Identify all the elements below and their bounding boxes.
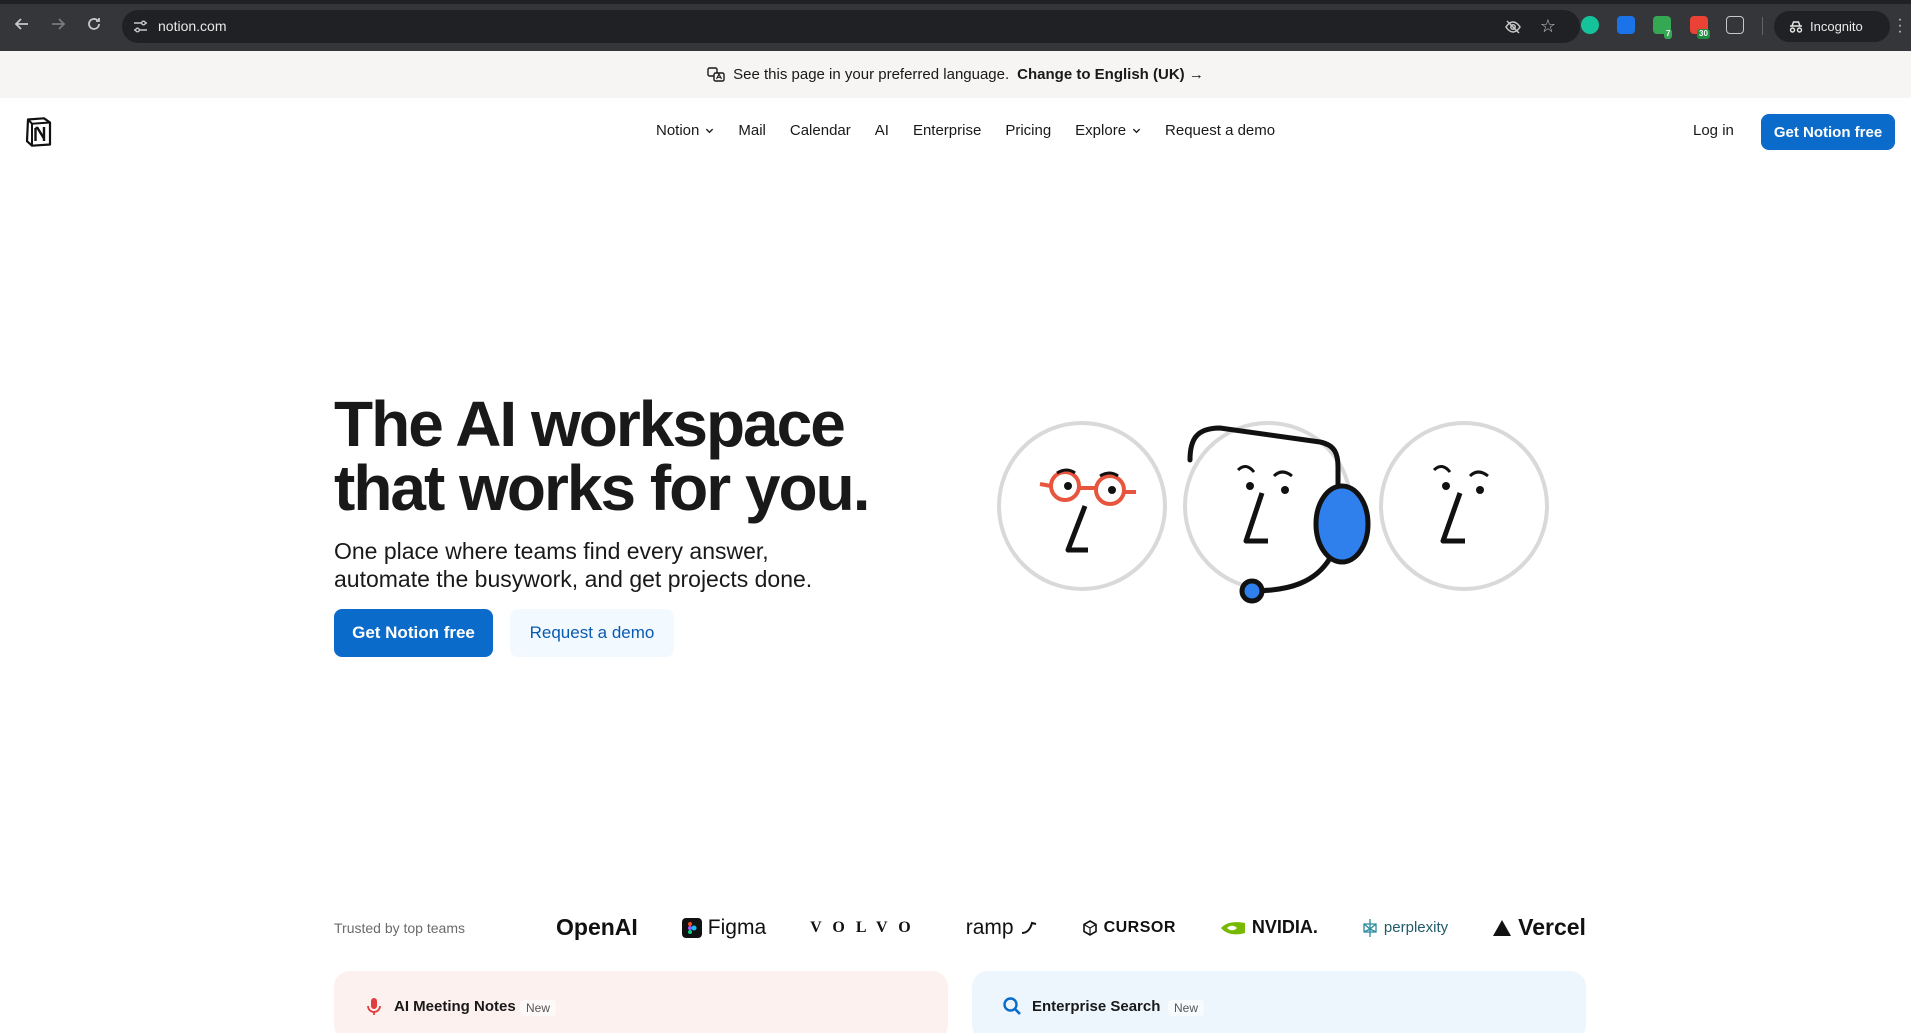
- nav-item-label: Pricing: [1005, 122, 1052, 139]
- vercel-logo: Vercel: [1492, 914, 1586, 941]
- nav-item-label: Notion: [656, 122, 700, 139]
- nav-item-request-demo[interactable]: Request a demo: [1153, 122, 1287, 139]
- new-badge: New: [520, 1000, 557, 1016]
- grammarly-extension-icon[interactable]: [1581, 16, 1599, 34]
- ramp-logo: ramp: [966, 916, 1038, 940]
- change-language-link[interactable]: Change to English (UK) →: [1017, 66, 1204, 83]
- address-bar[interactable]: notion.com ☆: [122, 10, 1580, 43]
- nav-item-label: AI: [874, 122, 889, 139]
- trusted-label: Trusted by top teams: [334, 920, 465, 936]
- nvidia-wordmark: NVIDIA.: [1251, 917, 1318, 937]
- cursor-cube-icon: [1082, 919, 1097, 936]
- get-notion-free-button[interactable]: Get Notion free: [1761, 114, 1895, 150]
- card-title: Enterprise Search: [1032, 998, 1161, 1015]
- microphone-icon: [367, 998, 381, 1015]
- hero-subtitle: One place where teams find every answer,…: [334, 537, 894, 593]
- nvidia-logo: NVIDIA.: [1220, 917, 1318, 938]
- notion-logo-icon[interactable]: [23, 116, 55, 148]
- tab-strip: [0, 0, 1911, 4]
- incognito-icon: [1789, 20, 1803, 33]
- perplexity-icon: [1363, 918, 1377, 937]
- incognito-indicator[interactable]: Incognito: [1774, 11, 1890, 42]
- figma-icon: [681, 917, 702, 938]
- back-arrow-icon[interactable]: [12, 14, 32, 34]
- figma-wordmark: Figma: [707, 915, 767, 939]
- language-banner: See this page in your preferred language…: [0, 51, 1911, 98]
- browser-toolbar: notion.com ☆ 7 30 Incognito · · ·: [0, 0, 1911, 51]
- forward-arrow-icon[interactable]: [48, 14, 68, 34]
- site-header: Notion Mail Calendar AI Enterprise Prici…: [0, 98, 1911, 166]
- nav-item-label: Enterprise: [912, 122, 982, 139]
- ramp-wordmark: ramp: [965, 915, 1014, 939]
- search-icon: [1003, 997, 1021, 1015]
- chevron-down-icon: [1132, 128, 1141, 134]
- hero-title-line: The AI workspace: [334, 388, 846, 460]
- extension-badge: 7: [1664, 29, 1673, 39]
- hero-title: The AI workspace that works for you.: [334, 392, 934, 520]
- nav-item-label: Calendar: [789, 122, 851, 139]
- hero-request-demo-button[interactable]: Request a demo: [510, 609, 674, 657]
- mail-extension-icon[interactable]: [1617, 16, 1635, 34]
- feature-card-enterprise-search[interactable]: Enterprise Search New: [972, 971, 1586, 1033]
- browser-menu-icon[interactable]: · · ·: [1897, 12, 1903, 40]
- incognito-label: Incognito: [1810, 19, 1863, 34]
- eye-off-icon[interactable]: [1504, 18, 1522, 36]
- figma-logo: Figma: [681, 915, 767, 940]
- volvo-logo: VOLVO: [810, 918, 922, 936]
- site-info-icon[interactable]: [132, 18, 149, 35]
- perplexity-wordmark: perplexity: [1383, 919, 1449, 936]
- main-menu: Notion Mail Calendar AI Enterprise Prici…: [644, 122, 1287, 139]
- hero-subtitle-line: automate the busywork, and get projects …: [334, 566, 813, 592]
- reload-icon[interactable]: [84, 14, 104, 34]
- hero-subtitle-line: One place where teams find every answer,: [334, 538, 769, 564]
- ramp-swoosh-icon: [1021, 921, 1036, 934]
- nav-item-mail[interactable]: Mail: [726, 122, 778, 139]
- hero-get-notion-free-button[interactable]: Get Notion free: [334, 609, 493, 657]
- perplexity-logo: perplexity: [1362, 918, 1448, 938]
- toolbar-divider: [1762, 17, 1763, 35]
- chevron-down-icon: [706, 128, 714, 134]
- hero-title-line: that works for you.: [334, 452, 871, 524]
- puzzle-extensions-icon[interactable]: [1726, 16, 1744, 34]
- nav-item-pricing[interactable]: Pricing: [993, 122, 1063, 139]
- nav-item-label: Explore: [1075, 122, 1127, 139]
- openai-logo: OpenAI: [556, 914, 638, 940]
- nvidia-eye-icon: [1220, 921, 1245, 934]
- nav-item-notion[interactable]: Notion: [644, 122, 726, 139]
- hero-faces-illustration: [997, 421, 1549, 604]
- feature-card-ai-meeting-notes[interactable]: AI Meeting Notes New: [334, 971, 948, 1033]
- translate-icon: [707, 66, 725, 82]
- customer-logos: OpenAI Figma VOLVO ramp CURSOR NVIDIA. p…: [556, 905, 1586, 950]
- login-link[interactable]: Log in: [1693, 122, 1734, 139]
- nav-item-ai[interactable]: AI: [863, 122, 901, 139]
- vercel-wordmark: Vercel: [1518, 914, 1586, 940]
- nav-item-label: Mail: [738, 122, 766, 139]
- nav-item-enterprise[interactable]: Enterprise: [901, 122, 993, 139]
- nav-item-label: Request a demo: [1165, 122, 1276, 139]
- nav-item-calendar[interactable]: Calendar: [778, 122, 863, 139]
- bookmark-star-icon[interactable]: ☆: [1540, 16, 1556, 37]
- cursor-logo: CURSOR: [1082, 919, 1176, 937]
- extension-badge: 30: [1697, 29, 1710, 39]
- cursor-wordmark: CURSOR: [1103, 918, 1176, 936]
- new-badge: New: [1168, 1000, 1205, 1016]
- vercel-triangle-icon: [1493, 919, 1512, 936]
- url-text: notion.com: [158, 18, 227, 34]
- banner-text: See this page in your preferred language…: [733, 66, 1010, 83]
- nav-item-explore[interactable]: Explore: [1063, 122, 1153, 139]
- card-title: AI Meeting Notes: [394, 998, 516, 1015]
